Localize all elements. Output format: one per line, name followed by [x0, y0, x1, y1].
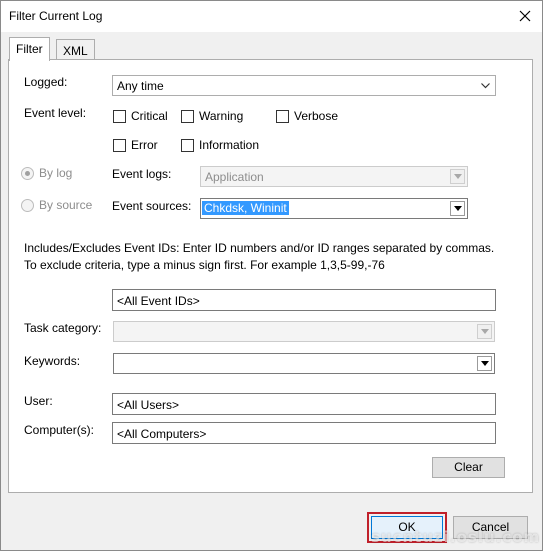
- window-title: Filter Current Log: [9, 9, 103, 23]
- computer-label: Computer(s):: [24, 423, 95, 437]
- tab-filter[interactable]: Filter: [9, 37, 50, 61]
- user-value: <All Users>: [117, 398, 180, 412]
- clear-button[interactable]: Clear: [432, 457, 505, 478]
- critical-label: Critical: [131, 109, 168, 123]
- verbose-label: Verbose: [294, 109, 339, 123]
- information-checkbox[interactable]: [181, 139, 194, 152]
- warning-label: Warning: [199, 109, 244, 123]
- chevron-down-icon: [477, 356, 492, 371]
- event-logs-dropdown[interactable]: Application: [200, 166, 468, 187]
- event-logs-value: Application: [205, 170, 264, 184]
- event-sources-dropdown[interactable]: Chkdsk, Wininit: [200, 198, 468, 219]
- event-sources-value: Chkdsk, Wininit: [202, 201, 289, 215]
- radio-dot: [25, 171, 30, 176]
- critical-checkbox[interactable]: [113, 110, 126, 123]
- chevron-down-icon: [450, 169, 465, 184]
- by-source-label: By source: [39, 198, 93, 212]
- keywords-label: Keywords:: [24, 354, 81, 368]
- watermark: sucntuzi.oslu.com: [371, 528, 541, 546]
- computer-value: <All Computers>: [117, 427, 207, 441]
- event-logs-label: Event logs:: [112, 167, 172, 181]
- logged-label: Logged:: [24, 75, 68, 89]
- task-category-label: Task category:: [24, 321, 102, 335]
- event-level-label: Event level:: [24, 106, 87, 120]
- error-checkbox[interactable]: [113, 139, 126, 152]
- by-source-radio[interactable]: [21, 199, 34, 212]
- event-sources-value-wrap: Chkdsk, Wininit: [202, 201, 289, 215]
- user-label: User:: [24, 394, 53, 408]
- close-icon: [519, 10, 531, 22]
- by-log-radio[interactable]: [21, 167, 34, 180]
- title-bar: Filter Current Log: [1, 1, 542, 32]
- information-label: Information: [199, 138, 260, 152]
- filter-panel: Logged: Any time Event level: Critical W…: [8, 59, 533, 493]
- computer-input[interactable]: <All Computers>: [112, 422, 496, 444]
- event-ids-value: <All Event IDs>: [117, 294, 200, 308]
- logged-dropdown[interactable]: Any time: [112, 75, 496, 96]
- close-button[interactable]: [512, 4, 538, 28]
- event-ids-input[interactable]: <All Event IDs>: [112, 289, 496, 311]
- user-input[interactable]: <All Users>: [112, 393, 496, 415]
- keywords-dropdown[interactable]: [113, 353, 495, 374]
- filter-dialog: Filter Current Log Filter XML Logged: An…: [0, 0, 543, 551]
- chevron-down-icon: [478, 78, 493, 93]
- task-category-dropdown[interactable]: [113, 321, 495, 342]
- logged-value: Any time: [117, 79, 164, 93]
- event-sources-label: Event sources:: [112, 199, 192, 213]
- event-ids-description: Includes/Excludes Event IDs: Enter ID nu…: [24, 241, 495, 272]
- warning-checkbox[interactable]: [181, 110, 194, 123]
- by-log-label: By log: [39, 166, 73, 180]
- chevron-down-icon: [450, 201, 465, 216]
- chevron-down-icon: [477, 324, 492, 339]
- error-label: Error: [131, 138, 158, 152]
- verbose-checkbox[interactable]: [276, 110, 289, 123]
- tab-xml[interactable]: XML: [56, 39, 95, 61]
